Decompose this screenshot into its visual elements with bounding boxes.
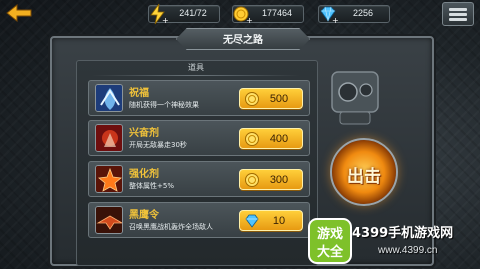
- svg-text:+: +: [246, 16, 253, 25]
- svg-text:游戏: 游戏: [317, 226, 343, 242]
- diamond-icon: +: [320, 6, 339, 25]
- item-desc: 召唤黑鹰战机轰炸全场敌人: [129, 223, 213, 231]
- svg-text:+: +: [332, 16, 339, 25]
- watermark-logo: 游戏 大全: [308, 218, 352, 264]
- price-value: 300: [269, 174, 289, 186]
- section-label: 道具: [188, 63, 204, 72]
- gold-coin-icon: [245, 132, 259, 146]
- watermark-url: www.4399.cn: [378, 245, 438, 256]
- menu-button[interactable]: [442, 2, 474, 26]
- item-name: 强化剂: [129, 169, 159, 180]
- item-name: 黑鹰令: [129, 210, 159, 221]
- price-value: 400: [269, 133, 289, 145]
- price-value: 10: [272, 215, 286, 227]
- diamond-icon: [245, 214, 259, 228]
- gold-value: 177464: [261, 8, 293, 18]
- item-row-black-eagle[interactable]: 黑鹰令 召唤黑鹰战机轰炸全场敌人 10: [88, 202, 310, 238]
- item-desc: 整体属性+5%: [129, 182, 174, 190]
- buy-button[interactable]: 10: [239, 210, 303, 231]
- gold-coin-icon: [245, 92, 259, 106]
- svg-text:+: +: [162, 16, 169, 25]
- watermark-site-name: 4399手机游戏网: [352, 226, 454, 241]
- buy-button[interactable]: 400: [239, 128, 303, 149]
- item-name: 祝福: [129, 88, 149, 99]
- start-button-label: 出击: [347, 167, 381, 187]
- item-desc: 随机获得一个神秘效果: [129, 101, 199, 109]
- item-desc: 开局无敌暴走30秒: [129, 141, 187, 149]
- svg-text:大全: 大全: [317, 244, 344, 260]
- energy-value: 241/72: [179, 8, 207, 18]
- gold-coin-icon: +: [233, 6, 253, 25]
- panel-title: 无尽之路: [223, 35, 263, 46]
- buy-button[interactable]: 300: [239, 169, 303, 190]
- black-eagle-icon: [95, 206, 123, 234]
- stimulant-icon: [95, 124, 123, 152]
- diamond-value: 2256: [352, 8, 374, 18]
- diamond-counter[interactable]: + 2256: [318, 5, 390, 25]
- gold-counter[interactable]: + 177464: [232, 5, 304, 25]
- energy-counter[interactable]: + 241/72: [148, 3, 220, 25]
- item-row-stimulant[interactable]: 兴奋剂 开局无敌暴走30秒 400: [88, 120, 310, 156]
- divider: [92, 75, 300, 76]
- price-value: 500: [269, 93, 289, 105]
- menu-icon: [449, 8, 467, 11]
- back-arrow-icon[interactable]: [6, 4, 32, 22]
- mech-illustration: [331, 71, 379, 125]
- item-row-enhancer[interactable]: 强化剂 整体属性+5% 300: [88, 161, 310, 197]
- gold-coin-icon: [245, 173, 259, 187]
- item-row-blessing[interactable]: 祝福 随机获得一个神秘效果 500: [88, 80, 310, 116]
- blessing-icon: [95, 84, 123, 112]
- buy-button[interactable]: 500: [239, 88, 303, 109]
- item-name: 兴奋剂: [129, 128, 159, 139]
- enhancer-icon: [95, 165, 123, 193]
- lightning-icon: +: [150, 3, 169, 25]
